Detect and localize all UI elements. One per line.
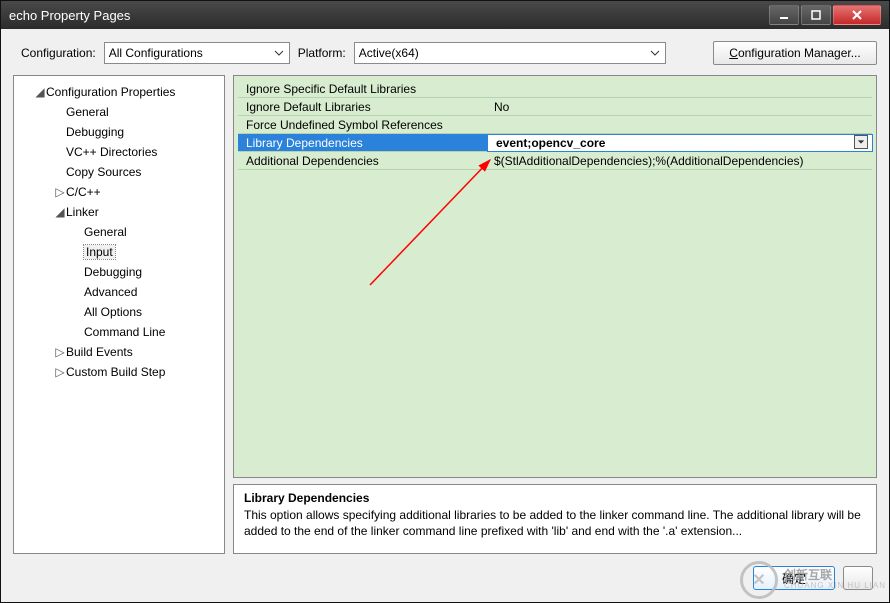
tree-root-label: Configuration Properties: [46, 85, 175, 99]
tree-item-label: Build Events: [66, 345, 133, 359]
property-row-ignore-specific-default-libraries[interactable]: Ignore Specific Default Libraries: [238, 80, 872, 98]
tree-item-label: General: [84, 225, 127, 239]
window-title: echo Property Pages: [9, 8, 130, 23]
configuration-value: All Configurations: [109, 46, 203, 60]
titlebar: echo Property Pages: [1, 1, 889, 29]
tree-item-advanced[interactable]: Advanced: [14, 282, 224, 302]
body: ◢ Configuration Properties General Debugg…: [1, 75, 889, 554]
property-value-input[interactable]: [494, 135, 852, 151]
ok-button[interactable]: 确定: [753, 566, 835, 590]
tree-item-label: Debugging: [84, 265, 142, 279]
property-row-library-dependencies[interactable]: Library Dependencies: [238, 134, 872, 152]
tree-item-label: Linker: [66, 205, 99, 219]
tree-item-label: Custom Build Step: [66, 365, 165, 379]
property-pages-window: echo Property Pages Configuration: All C…: [0, 0, 890, 603]
platform-value: Active(x64): [359, 46, 419, 60]
tree-item-vc-directories[interactable]: VC++ Directories: [14, 142, 224, 162]
tree-twisty-icon: ▷: [54, 185, 66, 199]
dropdown-icon[interactable]: [854, 135, 868, 149]
config-row: Configuration: All Configurations Platfo…: [1, 29, 889, 75]
platform-combo[interactable]: Active(x64): [354, 42, 666, 64]
close-button[interactable]: [833, 5, 881, 25]
tree-item-general[interactable]: General: [14, 222, 224, 242]
maximize-button[interactable]: [801, 5, 831, 25]
tree-item-label: C/C++: [66, 185, 101, 199]
description-title: Library Dependencies: [244, 491, 866, 505]
tree-twisty-icon: ▷: [54, 345, 66, 359]
property-row-ignore-default-libraries[interactable]: Ignore Default LibrariesNo: [238, 98, 872, 116]
tree-item-label: Copy Sources: [66, 165, 141, 179]
tree-item-build-events[interactable]: ▷Build Events: [14, 342, 224, 362]
tree-item-copy-sources[interactable]: Copy Sources: [14, 162, 224, 182]
property-grid[interactable]: Ignore Specific Default Libraries Ignore …: [233, 75, 877, 478]
platform-label: Platform:: [298, 46, 346, 60]
property-name: Ignore Default Libraries: [238, 100, 488, 114]
tree-item-custom-build-step[interactable]: ▷Custom Build Step: [14, 362, 224, 382]
window-buttons: [767, 5, 881, 25]
configuration-manager-button[interactable]: Configuration Manager...: [713, 41, 877, 65]
tree-item-general[interactable]: General: [14, 102, 224, 122]
tree-item-label: Advanced: [84, 285, 137, 299]
right-stack: Ignore Specific Default Libraries Ignore …: [233, 75, 877, 554]
tree-panel[interactable]: ◢ Configuration Properties General Debugg…: [13, 75, 225, 554]
footer: 确定: [1, 554, 889, 602]
tree-item-linker[interactable]: ◢Linker: [14, 202, 224, 222]
tree-twisty-icon: ▷: [54, 365, 66, 379]
chevron-down-icon: [647, 45, 663, 61]
configuration-label: Configuration:: [21, 46, 96, 60]
secondary-button-truncated[interactable]: [843, 566, 873, 590]
tree-item-debugging[interactable]: Debugging: [14, 122, 224, 142]
tree-item-label: All Options: [84, 305, 142, 319]
property-value: No: [488, 100, 872, 114]
property-name: Force Undefined Symbol References: [238, 118, 488, 132]
tree-item-label: Debugging: [66, 125, 124, 139]
description-panel: Library Dependencies This option allows …: [233, 484, 877, 554]
tree-twisty-icon: ◢: [54, 205, 66, 219]
tree-item-all-options[interactable]: All Options: [14, 302, 224, 322]
property-value[interactable]: [488, 135, 872, 151]
property-row-additional-dependencies[interactable]: Additional Dependencies$(StlAdditionalDe…: [238, 152, 872, 170]
chevron-down-icon: [271, 45, 287, 61]
tree-root[interactable]: ◢ Configuration Properties: [14, 82, 224, 102]
tree-item-debugging[interactable]: Debugging: [14, 262, 224, 282]
property-value: $(StlAdditionalDependencies);%(Additiona…: [488, 154, 872, 168]
tree-item-label: General: [66, 105, 109, 119]
property-name: Ignore Specific Default Libraries: [238, 82, 488, 96]
tree-item-label: Command Line: [84, 325, 165, 339]
description-body: This option allows specifying additional…: [244, 507, 866, 539]
tree-item-command-line[interactable]: Command Line: [14, 322, 224, 342]
property-name: Additional Dependencies: [238, 154, 488, 168]
minimize-button[interactable]: [769, 5, 799, 25]
collapse-icon: ◢: [34, 85, 46, 99]
tree-item-label: VC++ Directories: [66, 145, 157, 159]
configuration-combo[interactable]: All Configurations: [104, 42, 290, 64]
property-row-force-undefined-symbol-references[interactable]: Force Undefined Symbol References: [238, 116, 872, 134]
tree-item-c-c-[interactable]: ▷C/C++: [14, 182, 224, 202]
tree-item-label: Input: [84, 245, 115, 259]
tree-item-input[interactable]: Input: [14, 242, 224, 262]
property-name: Library Dependencies: [238, 136, 488, 150]
